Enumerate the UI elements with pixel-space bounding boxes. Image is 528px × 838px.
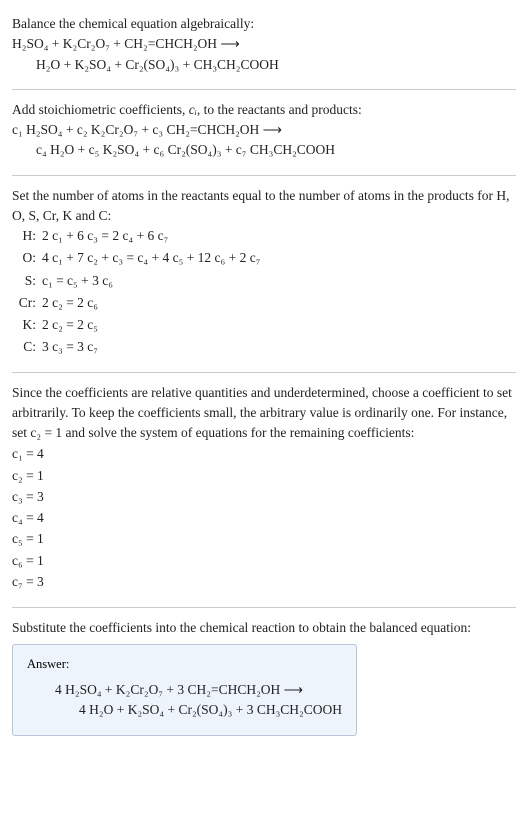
divider bbox=[12, 175, 516, 176]
coef-item: c₄ = 4 bbox=[12, 508, 516, 528]
step3-section: Since the coefficients are relative quan… bbox=[12, 377, 516, 604]
atom-el: K: bbox=[14, 315, 42, 335]
step4-text: Substitute the coefficients into the che… bbox=[12, 618, 516, 638]
atom-eq: 2 c₂ = 2 c₆ bbox=[42, 293, 516, 313]
intro-eq-line1: H₂SO₄ + K₂Cr₂O₇ + CH₂=CHCH₂OH ⟶ bbox=[12, 34, 516, 54]
answer-equation: 4 H₂SO₄ + K₂Cr₂O₇ + 3 CH₂=CHCH₂OH ⟶ 4 H₂… bbox=[27, 680, 342, 721]
step1-text: Add stoichiometric coefficients, cᵢ, to … bbox=[12, 100, 516, 120]
step3-text: Since the coefficients are relative quan… bbox=[12, 383, 516, 444]
intro-section: Balance the chemical equation algebraica… bbox=[12, 8, 516, 85]
step2-text: Set the number of atoms in the reactants… bbox=[12, 186, 516, 227]
step1-text-a: Add stoichiometric coefficients, bbox=[12, 102, 189, 117]
coefficients-list: c₁ = 4 c₂ = 1 c₃ = 3 c₄ = 4 c₅ = 1 c₆ = … bbox=[12, 444, 516, 592]
atom-el: O: bbox=[14, 248, 42, 268]
intro-eq-line2: H₂O + K₂SO₄ + Cr₂(SO₄)₃ + CH₃CH₂COOH bbox=[12, 55, 516, 75]
intro-title: Balance the chemical equation algebraica… bbox=[12, 14, 516, 34]
atom-eq: 4 c₁ + 7 c₂ + c₃ = c₄ + 4 c₅ + 12 c₆ + 2… bbox=[42, 248, 516, 268]
coef-item: c₁ = 4 bbox=[12, 444, 516, 464]
atom-eq: 2 c₁ + 6 c₃ = 2 c₄ + 6 c₇ bbox=[42, 226, 516, 246]
step1-eq-line1: c₁ H₂SO₄ + c₂ K₂Cr₂O₇ + c₃ CH₂=CHCH₂OH ⟶ bbox=[12, 120, 516, 140]
answer-eq-line2: 4 H₂O + K₂SO₄ + Cr₂(SO₄)₃ + 3 CH₃CH₂COOH bbox=[55, 700, 342, 720]
divider bbox=[12, 372, 516, 373]
atom-el: Cr: bbox=[14, 293, 42, 313]
answer-box: Answer: 4 H₂SO₄ + K₂Cr₂O₇ + 3 CH₂=CHCH₂O… bbox=[12, 644, 357, 735]
atoms-table: H: 2 c₁ + 6 c₃ = 2 c₄ + 6 c₇ O: 4 c₁ + 7… bbox=[14, 226, 516, 358]
divider bbox=[12, 89, 516, 90]
atom-eq: 2 c₂ = 2 c₅ bbox=[42, 315, 516, 335]
answer-label: Answer: bbox=[27, 655, 342, 674]
step1-text-b: , to the reactants and products: bbox=[197, 102, 362, 117]
coef-item: c₆ = 1 bbox=[12, 551, 516, 571]
step1-ci: cᵢ bbox=[189, 102, 197, 117]
coef-item: c₂ = 1 bbox=[12, 466, 516, 486]
atom-el: S: bbox=[14, 271, 42, 291]
step1-section: Add stoichiometric coefficients, cᵢ, to … bbox=[12, 94, 516, 171]
step1-eq-line2: c₄ H₂O + c₅ K₂SO₄ + c₆ Cr₂(SO₄)₃ + c₇ CH… bbox=[12, 140, 516, 160]
coef-item: c₇ = 3 bbox=[12, 572, 516, 592]
step4-section: Substitute the coefficients into the che… bbox=[12, 612, 516, 746]
coef-item: c₅ = 1 bbox=[12, 529, 516, 549]
divider bbox=[12, 607, 516, 608]
answer-eq-line1: 4 H₂SO₄ + K₂Cr₂O₇ + 3 CH₂=CHCH₂OH ⟶ bbox=[55, 680, 342, 700]
step2-section: Set the number of atoms in the reactants… bbox=[12, 180, 516, 368]
atom-el: H: bbox=[14, 226, 42, 246]
coef-item: c₃ = 3 bbox=[12, 487, 516, 507]
atom-el: C: bbox=[14, 337, 42, 357]
atom-eq: 3 c₃ = 3 c₇ bbox=[42, 337, 516, 357]
atom-eq: c₁ = c₅ + 3 c₆ bbox=[42, 271, 516, 291]
